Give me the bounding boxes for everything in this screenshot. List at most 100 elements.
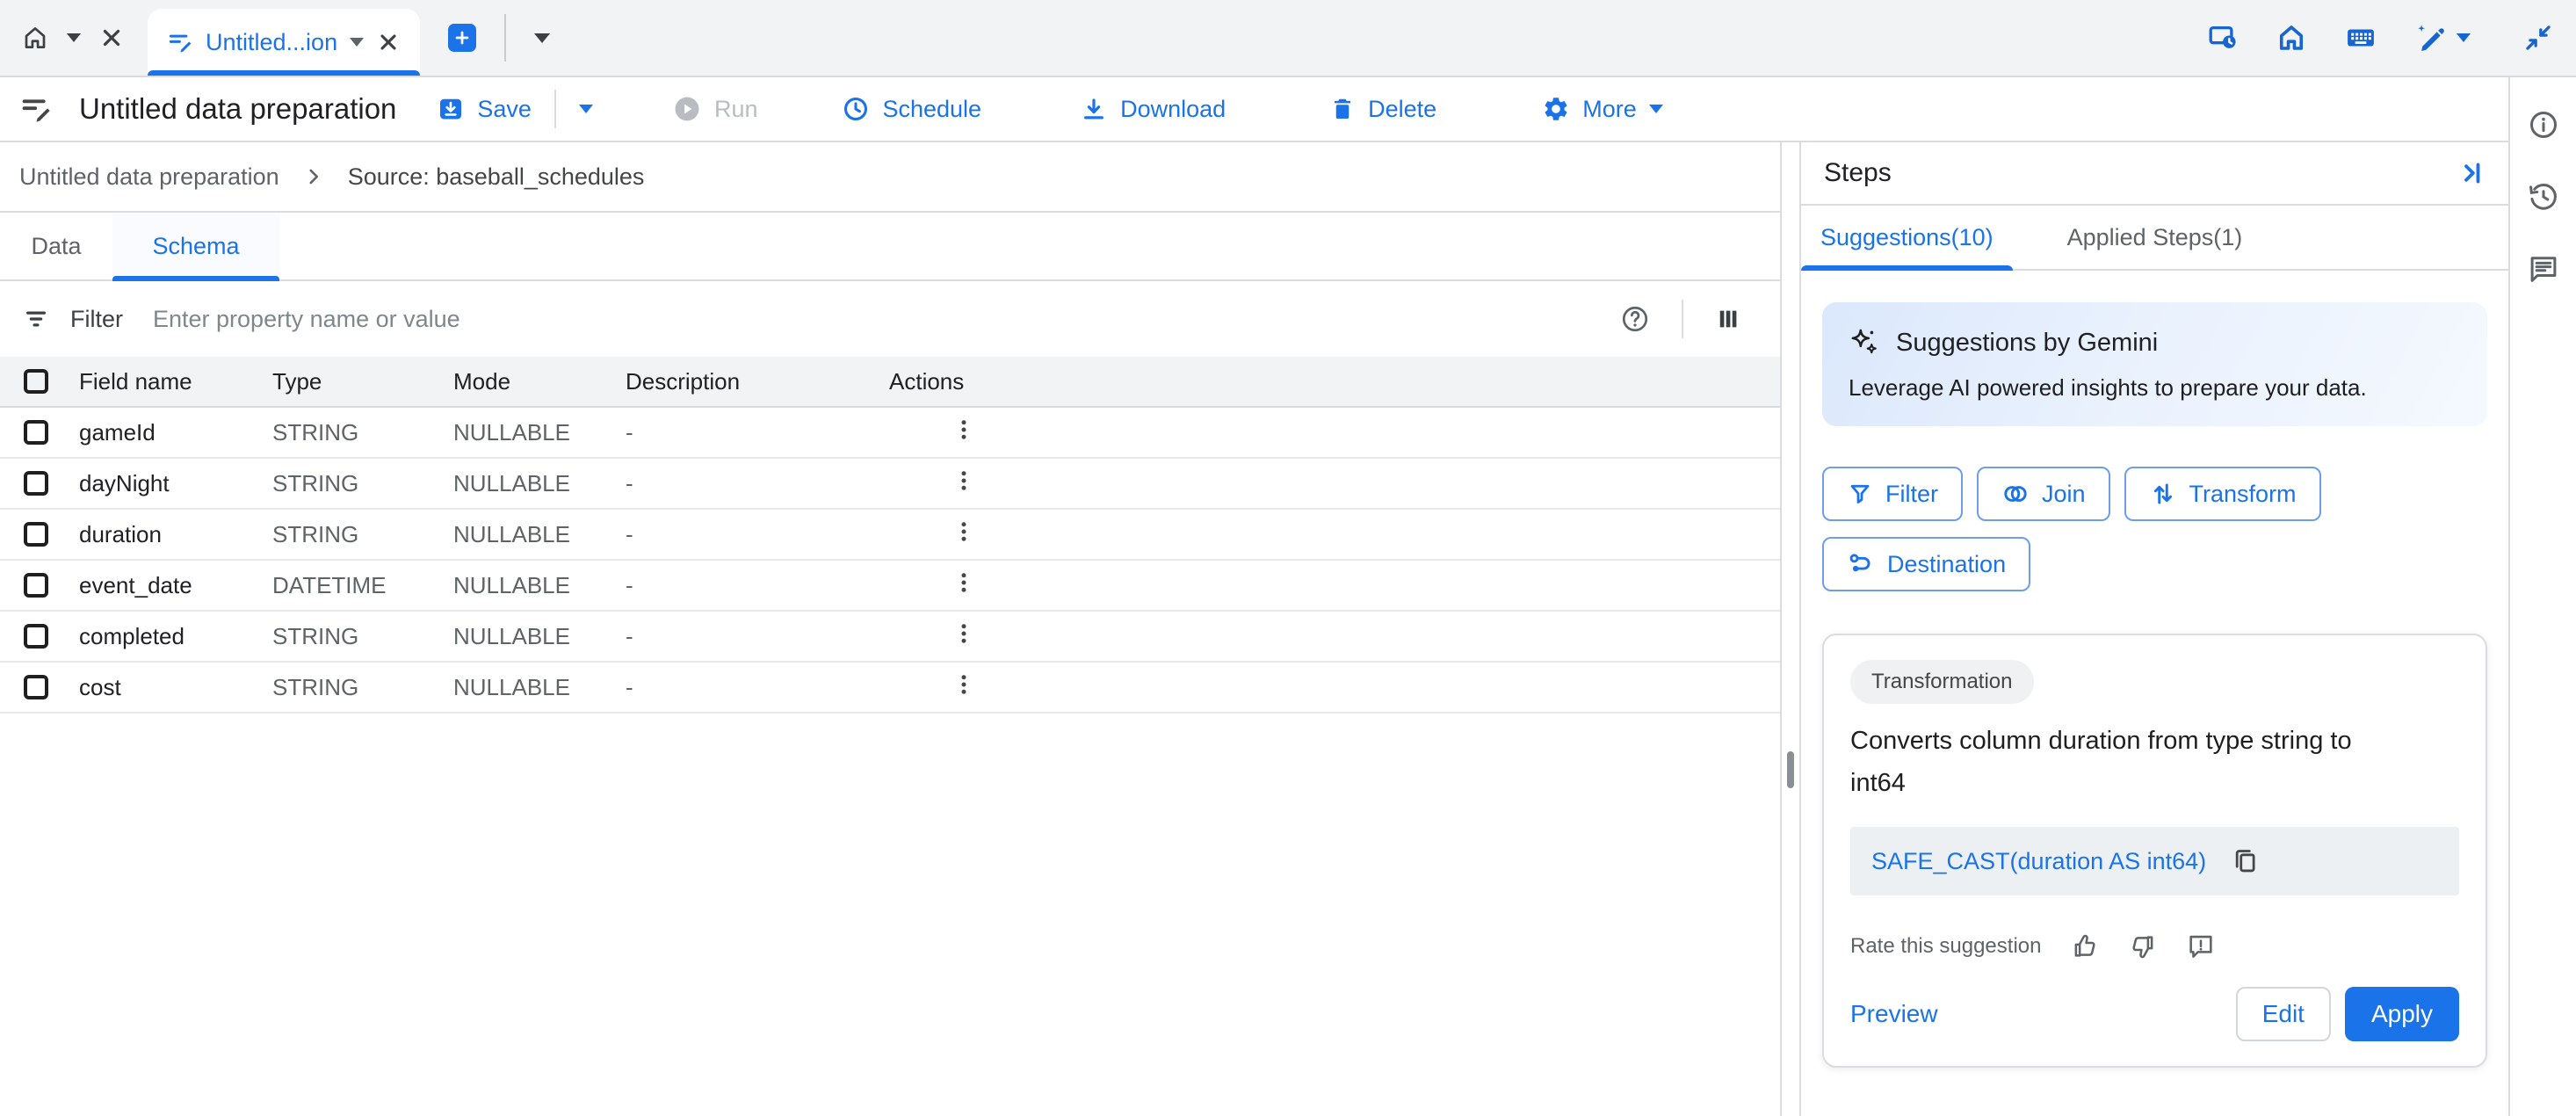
mode-cell: NULLABLE	[453, 419, 626, 446]
filter-input[interactable]	[151, 305, 1599, 334]
row-checkbox[interactable]	[24, 675, 48, 699]
table-row[interactable]: gameId STRING NULLABLE -	[0, 408, 1780, 459]
active-browser-tab[interactable]: Untitled...ion	[148, 9, 420, 76]
destination-action-button[interactable]: Destination	[1822, 537, 2030, 591]
row-checkbox[interactable]	[24, 471, 48, 496]
mode-cell: NULLABLE	[453, 674, 626, 701]
row-actions-menu-icon[interactable]	[951, 417, 977, 443]
gemini-card-body: Leverage AI powered insights to prepare …	[1849, 374, 2461, 402]
collapse-panel-icon[interactable]	[2523, 23, 2553, 53]
report-feedback-icon[interactable]	[2187, 932, 2215, 960]
magic-edit-control[interactable]	[2414, 22, 2471, 54]
close-home-tab-icon[interactable]	[98, 25, 125, 51]
toolbar: Untitled data preparation Save Run S	[0, 77, 2508, 142]
thumbs-down-icon[interactable]	[2129, 932, 2157, 960]
tab-applied-steps[interactable]: Applied Steps(1)	[2048, 206, 2262, 269]
tab-suggestions[interactable]: Suggestions(10)	[1801, 206, 2013, 269]
mode-cell: NULLABLE	[453, 521, 626, 548]
new-tab-button[interactable]	[448, 24, 476, 52]
close-tab-icon[interactable]	[376, 30, 401, 54]
table-row[interactable]: completed STRING NULLABLE -	[0, 612, 1780, 663]
collapse-steps-icon[interactable]	[2456, 158, 2486, 188]
transform-arrows-icon	[2149, 480, 2177, 508]
col-actions: Actions	[889, 368, 1780, 395]
copy-icon[interactable]	[2231, 847, 2259, 875]
right-icon-rail	[2508, 77, 2576, 1116]
row-actions-menu-icon[interactable]	[951, 518, 977, 545]
data-preparation-app: Untitled...ion	[0, 0, 2576, 1116]
suggestion-description: Converts column duration from type strin…	[1850, 720, 2404, 804]
tab-data[interactable]: Data	[0, 213, 112, 279]
more-button[interactable]: More	[1542, 95, 1663, 123]
breadcrumb-root[interactable]: Untitled data preparation	[19, 163, 279, 191]
device-schedule-icon[interactable]	[2207, 22, 2239, 54]
data-prep-tab-icon	[167, 29, 193, 55]
row-checkbox[interactable]	[24, 420, 48, 445]
thumbs-up-icon[interactable]	[2071, 932, 2099, 960]
row-actions-menu-icon[interactable]	[951, 671, 977, 698]
field-name-cell: completed	[79, 623, 272, 650]
type-cell: STRING	[272, 470, 453, 497]
home-tab-icon[interactable]	[21, 24, 49, 52]
suggestion-code-block: SAFE_CAST(duration AS int64)	[1850, 827, 2459, 895]
type-cell: STRING	[272, 419, 453, 446]
row-checkbox[interactable]	[24, 522, 48, 547]
gemini-card-title: Suggestions by Gemini	[1896, 329, 2158, 358]
description-cell: -	[626, 623, 889, 650]
scrollbar-thumb[interactable]	[1787, 751, 1794, 788]
download-button[interactable]: Download	[1080, 95, 1226, 123]
history-icon[interactable]	[2528, 181, 2559, 213]
tab-caret[interactable]	[350, 38, 364, 47]
table-row[interactable]: duration STRING NULLABLE -	[0, 510, 1780, 561]
row-actions-menu-icon[interactable]	[951, 569, 977, 596]
apply-button[interactable]: Apply	[2345, 987, 2459, 1041]
table-row[interactable]: event_date DATETIME NULLABLE -	[0, 561, 1780, 612]
tab-list-caret[interactable]	[534, 33, 550, 43]
table-row[interactable]: cost STRING NULLABLE -	[0, 663, 1780, 714]
tab-schema[interactable]: Schema	[112, 213, 279, 279]
transform-action-button[interactable]: Transform	[2124, 467, 2321, 521]
browser-tab-strip: Untitled...ion	[0, 0, 2576, 77]
help-icon[interactable]	[1620, 304, 1650, 334]
scrollbar-gutter	[1782, 142, 1799, 1116]
filter-label: Filter	[70, 306, 123, 333]
gemini-suggestions-card: Suggestions by Gemini Leverage AI powere…	[1822, 302, 2487, 426]
chevron-right-icon	[302, 165, 325, 188]
row-actions-menu-icon[interactable]	[951, 467, 977, 494]
row-actions-menu-icon[interactable]	[951, 620, 977, 647]
description-cell: -	[626, 674, 889, 701]
transformation-suggestion-card: Transformation Converts column duration …	[1822, 634, 2487, 1068]
home-tab-caret[interactable]	[67, 33, 81, 42]
main-content: Untitled data preparation Source: baseba…	[0, 142, 1782, 1116]
home-icon[interactable]	[2276, 22, 2307, 54]
filter-action-button[interactable]: Filter	[1822, 467, 1963, 521]
description-cell: -	[626, 521, 889, 548]
row-checkbox[interactable]	[24, 624, 48, 649]
transformation-chip: Transformation	[1850, 660, 2034, 704]
info-icon[interactable]	[2528, 109, 2559, 141]
table-row[interactable]: dayNight STRING NULLABLE -	[0, 459, 1780, 510]
preview-link[interactable]: Preview	[1850, 1000, 1938, 1028]
run-button[interactable]: Run	[672, 94, 758, 124]
view-tabs: Data Schema	[0, 213, 1780, 281]
edit-button[interactable]: Edit	[2236, 987, 2331, 1041]
keyboard-icon[interactable]	[2344, 21, 2377, 54]
active-tab-label: Untitled...ion	[206, 29, 337, 56]
schedule-button[interactable]: Schedule	[842, 95, 981, 123]
type-cell: STRING	[272, 674, 453, 701]
field-name-cell: duration	[79, 521, 272, 548]
suggestion-code: SAFE_CAST(duration AS int64)	[1871, 848, 2206, 875]
page-title: Untitled data preparation	[79, 92, 396, 126]
comment-icon[interactable]	[2528, 253, 2559, 285]
select-all-checkbox[interactable]	[24, 369, 48, 394]
mode-cell: NULLABLE	[453, 623, 626, 650]
row-checkbox[interactable]	[24, 573, 48, 598]
route-icon	[1847, 550, 1875, 578]
delete-button[interactable]: Delete	[1329, 96, 1436, 123]
type-cell: STRING	[272, 521, 453, 548]
col-type: Type	[272, 368, 453, 395]
save-options-caret[interactable]	[579, 105, 593, 113]
join-action-button[interactable]: Join	[1977, 467, 2110, 521]
column-settings-icon[interactable]	[1715, 306, 1741, 332]
save-button[interactable]: Save	[437, 95, 532, 123]
